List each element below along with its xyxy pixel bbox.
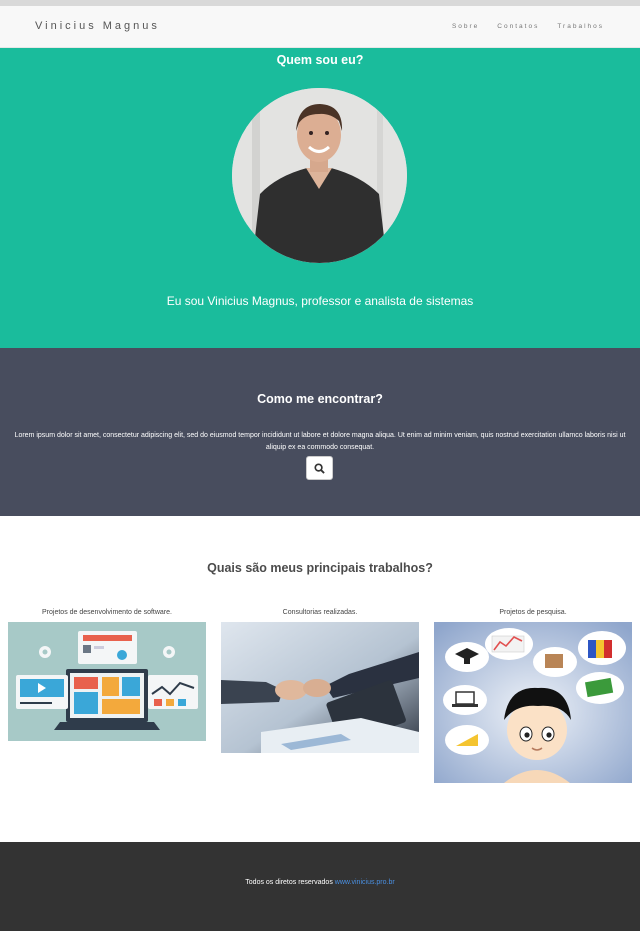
nav-link-trabalhos[interactable]: Trabalhos (557, 23, 604, 30)
contact-text: Lorem ipsum dolor sit amet, consectetur … (14, 432, 626, 451)
nav-link-contatos[interactable]: Contatos (497, 23, 539, 30)
work-card-consulting: Consultorias realizadas. (221, 608, 419, 753)
work-card-research: Projetos de pesquisa. (434, 608, 632, 783)
research-illustration[interactable] (434, 622, 632, 783)
navbar: Vinicius Magnus Sobre Contatos Trabalhos (0, 0, 640, 48)
contact-title: Como me encontrar? (257, 392, 383, 406)
search-button[interactable] (306, 456, 333, 480)
copyright-text: Todos os diretos reservados (245, 879, 333, 886)
works-section: Quais são meus principais trabalhos? Pro… (0, 516, 640, 842)
brand-link[interactable]: Vinicius Magnus (35, 20, 160, 32)
nav-link-sobre[interactable]: Sobre (452, 23, 479, 30)
work-label: Consultorias realizadas. (282, 609, 358, 616)
search-icon (314, 462, 325, 474)
profile-photo (232, 88, 407, 263)
contact-section: Como me encontrar? Lorem ipsum dolor sit… (0, 348, 640, 516)
handshake-photo[interactable] (221, 622, 419, 753)
footer-text: Todos os diretos reservados www.vinicius… (0, 879, 640, 886)
site-link[interactable]: www.vinicius.pro.br (335, 879, 395, 886)
avatar (232, 88, 407, 263)
work-label: Projetos de pesquisa. (499, 609, 567, 616)
nav-links: Sobre Contatos Trabalhos (452, 23, 604, 30)
about-title: Quem sou eu? (276, 53, 364, 67)
footer: Todos os diretos reservados www.vinicius… (0, 842, 640, 931)
works-title: Quais são meus principais trabalhos? (207, 561, 433, 575)
software-development-illustration[interactable] (8, 622, 206, 741)
about-text: Eu sou Vinicius Magnus, professor e anal… (166, 294, 474, 308)
work-card-software: Projetos de desenvolvimento de software. (8, 608, 206, 741)
about-section: Quem sou eu? Eu sou Vinicius Magnus, pro… (0, 48, 640, 348)
work-label: Projetos de desenvolvimento de software. (42, 609, 172, 616)
